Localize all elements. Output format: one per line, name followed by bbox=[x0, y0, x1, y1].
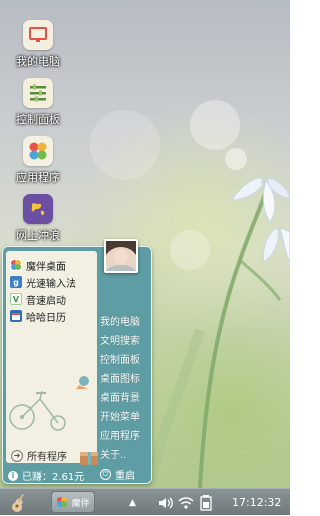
desktop-wallpaper: 我的电脑 控制面板 应用程序 网上冲浪 魔伴桌面 g 光速输入法 V 音速启动 … bbox=[0, 0, 290, 488]
apps-icon bbox=[23, 136, 53, 166]
power-icon: ⏻ bbox=[100, 469, 111, 480]
wifi-icon[interactable] bbox=[178, 489, 194, 516]
menu-item-label: 光速输入法 bbox=[26, 278, 76, 290]
menu-link-desktop-background[interactable]: 桌面背景 bbox=[100, 389, 140, 404]
menu-link-my-computer[interactable]: 我的电脑 bbox=[100, 313, 140, 328]
taskbar: 魔伴 ▲ 17:12:32 bbox=[0, 488, 290, 515]
calendar-icon bbox=[10, 310, 22, 322]
menu-link-about[interactable]: 关于.. bbox=[100, 446, 126, 461]
desktop-icon-label: 网上冲浪 bbox=[16, 229, 60, 242]
pinwheel-icon bbox=[57, 497, 68, 507]
keyboard-g-icon: g bbox=[10, 276, 22, 288]
desktop-icon-my-computer[interactable]: 我的电脑 bbox=[6, 20, 70, 69]
system-clock[interactable]: 17:12:32 bbox=[232, 489, 281, 516]
all-programs-label: 所有程序 bbox=[27, 452, 67, 463]
desktop-icon-browser[interactable]: 网上冲浪 bbox=[6, 194, 70, 243]
menu-item-input-method[interactable]: g 光速输入法 bbox=[10, 274, 76, 290]
avatar-portrait-icon bbox=[106, 241, 136, 271]
desktop-icon-apps[interactable]: 应用程序 bbox=[6, 136, 70, 185]
menu-item-label: 哈哈日历 bbox=[26, 312, 66, 324]
restart-button[interactable]: ⏻ 重启 bbox=[100, 467, 135, 482]
volume-icon[interactable] bbox=[158, 489, 174, 516]
earnings-status: i 已赚：2.61元 bbox=[8, 468, 84, 483]
control-panel-icon bbox=[23, 78, 53, 108]
menu-item-calendar[interactable]: 哈哈日历 bbox=[10, 308, 66, 324]
monitor-icon bbox=[23, 20, 53, 50]
v-launcher-icon: V bbox=[10, 293, 22, 305]
gift-illustration bbox=[80, 452, 98, 465]
globe-icon bbox=[23, 194, 53, 224]
tray-expand-arrow[interactable]: ▲ bbox=[129, 489, 136, 516]
guitar-start-icon bbox=[12, 493, 24, 512]
menu-item-label: 魔伴桌面 bbox=[26, 261, 66, 273]
menu-link-search[interactable]: 文明搜索 bbox=[100, 332, 140, 347]
start-menu: 魔伴桌面 g 光速输入法 V 音速启动 哈哈日历 ➜ 所有程序 我的电脑 文明搜… bbox=[2, 246, 152, 484]
desktop-icon-label: 应用程序 bbox=[16, 171, 60, 184]
desktop-icon-control-panel[interactable]: 控制面板 bbox=[6, 78, 70, 127]
battery-icon[interactable] bbox=[200, 489, 212, 516]
start-button[interactable] bbox=[10, 489, 28, 516]
arrow-right-icon: ➜ bbox=[11, 449, 23, 462]
menu-item-moban-desktop[interactable]: 魔伴桌面 bbox=[10, 257, 66, 273]
tricycle-illustration bbox=[9, 376, 89, 431]
user-avatar[interactable] bbox=[104, 239, 138, 273]
all-programs-button[interactable]: ➜ 所有程序 bbox=[11, 448, 67, 463]
taskbar-button-label: 魔伴 bbox=[71, 498, 90, 509]
menu-link-control-panel[interactable]: 控制面板 bbox=[100, 351, 140, 366]
menu-link-apps[interactable]: 应用程序 bbox=[100, 427, 140, 442]
menu-item-sonic-launcher[interactable]: V 音速启动 bbox=[10, 291, 66, 307]
info-icon: i bbox=[8, 470, 18, 481]
start-menu-program-panel: 魔伴桌面 g 光速输入法 V 音速启动 哈哈日历 ➜ 所有程序 bbox=[6, 251, 97, 463]
taskbar-button-moban[interactable]: 魔伴 bbox=[52, 492, 94, 512]
pinwheel-icon bbox=[10, 259, 22, 271]
desktop-icon-label: 我的电脑 bbox=[16, 55, 60, 68]
menu-item-label: 音速启动 bbox=[26, 295, 66, 307]
menu-link-start-menu[interactable]: 开始菜单 bbox=[100, 408, 140, 423]
restart-label: 重启 bbox=[115, 471, 135, 482]
desktop-icon-label: 控制面板 bbox=[16, 113, 60, 126]
earnings-label: 已赚：2.61元 bbox=[22, 472, 85, 483]
menu-link-desktop-icons[interactable]: 桌面图标 bbox=[100, 370, 140, 385]
